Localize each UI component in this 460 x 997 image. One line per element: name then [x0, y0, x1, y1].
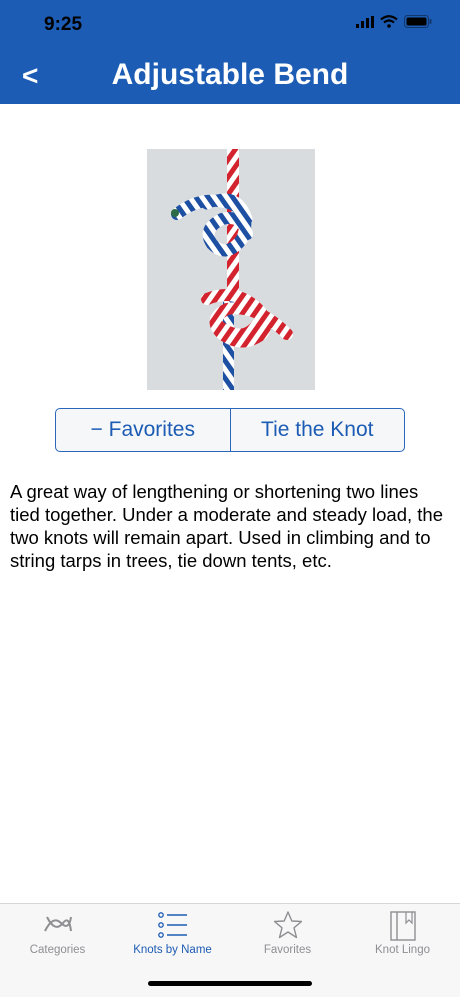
home-indicator	[148, 981, 312, 986]
tab-label: Knot Lingo	[375, 944, 430, 956]
battery-icon	[404, 15, 432, 28]
page-title: Adjustable Bend	[111, 58, 349, 91]
favorites-toggle-button[interactable]: − Favorites	[56, 409, 230, 451]
knot-icon	[43, 916, 72, 932]
signal-icon	[356, 15, 374, 28]
tab-knots-by-name[interactable]: Knots by Name	[115, 904, 230, 974]
knot-description: A great way of lengthening or shortening…	[10, 481, 443, 571]
list-icon	[157, 912, 187, 938]
tab-bar: Categories Knots by Name Favorites Knot …	[0, 903, 460, 997]
tab-knot-lingo[interactable]: Knot Lingo	[345, 904, 460, 974]
tie-the-knot-button[interactable]: Tie the Knot	[229, 409, 405, 451]
star-icon	[273, 911, 302, 939]
tab-label: Knots by Name	[133, 944, 212, 956]
tab-categories[interactable]: Categories	[0, 904, 115, 974]
book-icon	[389, 911, 416, 941]
status-time: 9:25	[44, 14, 83, 35]
status-icons	[356, 15, 432, 28]
knot-photo	[147, 149, 315, 390]
nav-bar: 9:25 < Adjustable Bend	[0, 0, 460, 104]
tab-label: Favorites	[263, 944, 312, 956]
tab-label: Categories	[29, 944, 86, 956]
wifi-icon	[380, 15, 398, 28]
tab-favorites[interactable]: Favorites	[230, 904, 345, 974]
segmented-control: − Favorites Tie the Knot	[55, 408, 405, 452]
